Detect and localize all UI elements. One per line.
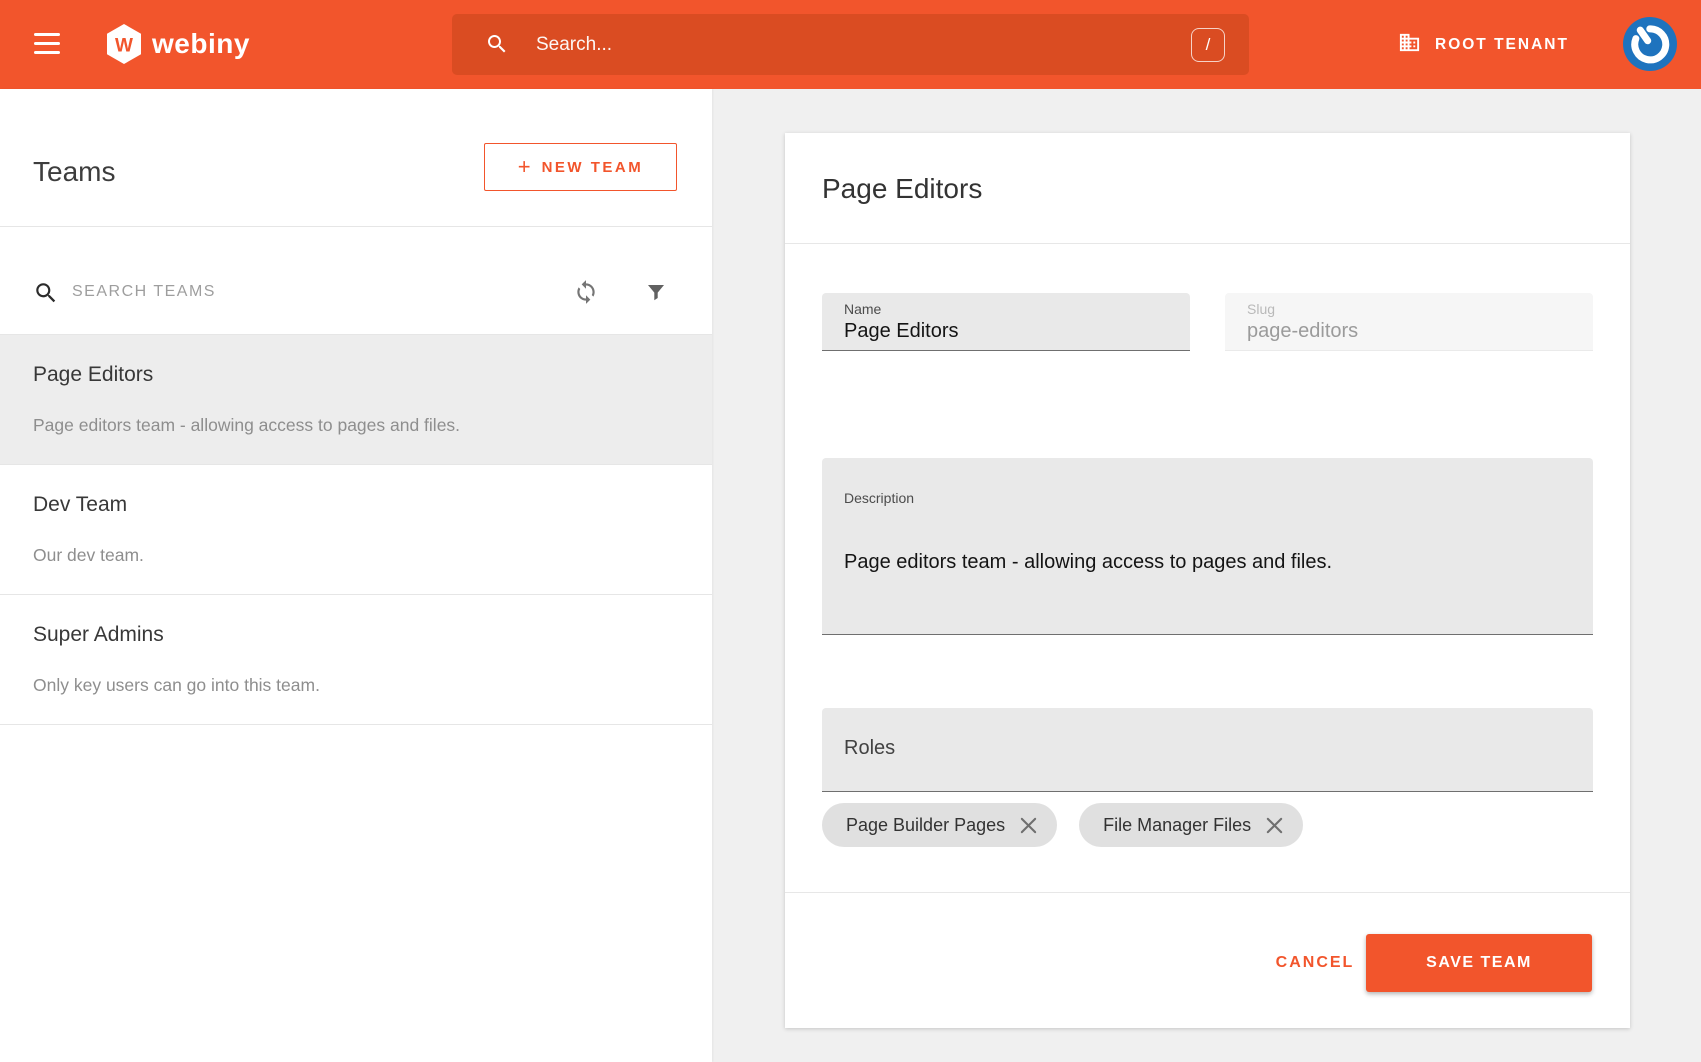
plus-icon: + <box>518 156 531 178</box>
description-field[interactable]: Description Page editors team - allowing… <box>822 458 1593 635</box>
filter-icon <box>644 280 668 304</box>
slash-shortcut-badge: / <box>1191 28 1225 62</box>
webiny-logo-icon: W <box>105 23 143 70</box>
user-avatar[interactable] <box>1623 17 1677 71</box>
description-field-value: Page editors team - allowing access to p… <box>844 551 1332 574</box>
team-detail-title: Page Editors <box>822 173 982 205</box>
slug-field-label: Slug <box>1247 301 1275 317</box>
screen: W webiny / ROOT TENANT <box>0 0 1701 1062</box>
teams-panel-header: Teams + NEW TEAM <box>0 89 712 227</box>
team-name: Page Editors <box>33 363 153 387</box>
new-team-button[interactable]: + NEW TEAM <box>484 143 677 191</box>
team-list-item-super-admins[interactable]: Super Admins Only key users can go into … <box>0 595 712 725</box>
divider <box>785 243 1630 244</box>
team-description: Our dev team. <box>33 545 144 566</box>
brand-wordmark: webiny <box>152 28 250 60</box>
divider <box>785 892 1630 893</box>
name-field-label: Name <box>844 301 881 317</box>
team-name: Dev Team <box>33 493 127 517</box>
global-search-input[interactable] <box>536 14 1156 75</box>
tenant-selector[interactable]: ROOT TENANT <box>1398 28 1569 61</box>
team-list: Page Editors Page editors team - allowin… <box>0 335 712 725</box>
search-icon <box>485 32 509 61</box>
chip-file-manager-files: File Manager Files <box>1079 803 1303 847</box>
name-field-value: Page Editors <box>844 320 959 343</box>
slug-field-value: page-editors <box>1247 320 1358 343</box>
svg-text:W: W <box>115 36 133 57</box>
team-description: Page editors team - allowing access to p… <box>33 415 460 436</box>
page-title: Teams <box>33 156 115 188</box>
roles-select-field[interactable]: Roles <box>822 708 1593 792</box>
chip-label: File Manager Files <box>1103 815 1251 836</box>
save-team-button[interactable]: SAVE TEAM <box>1366 934 1592 992</box>
teams-search-bar <box>0 227 712 335</box>
teams-search-input[interactable] <box>72 267 512 317</box>
chip-page-builder-pages: Page Builder Pages <box>822 803 1057 847</box>
description-field-label: Description <box>844 490 914 506</box>
building-icon <box>1398 31 1421 59</box>
team-list-item-page-editors[interactable]: Page Editors Page editors team - allowin… <box>0 335 712 465</box>
global-search-bar[interactable]: / <box>452 14 1249 75</box>
chip-label: Page Builder Pages <box>846 815 1005 836</box>
app-header: W webiny / ROOT TENANT <box>0 0 1701 89</box>
refresh-icon <box>573 279 599 305</box>
teams-panel: Teams + NEW TEAM Page Editors Page edito… <box>0 89 712 1062</box>
name-field[interactable]: Name Page Editors <box>822 293 1190 351</box>
filter-button[interactable] <box>638 274 674 310</box>
search-icon <box>33 280 59 311</box>
menu-icon[interactable] <box>34 33 60 56</box>
roles-field-label: Roles <box>844 737 895 760</box>
refresh-button[interactable] <box>568 274 604 310</box>
slug-field: Slug page-editors <box>1225 293 1593 351</box>
roles-chips: Page Builder Pages File Manager Files <box>822 803 1303 847</box>
tenant-label: ROOT TENANT <box>1435 36 1569 54</box>
team-name: Super Admins <box>33 623 164 647</box>
cancel-button[interactable]: CANCEL <box>1255 934 1375 992</box>
team-detail-card: Page Editors Name Page Editors Slug page… <box>785 133 1630 1028</box>
new-team-label: NEW TEAM <box>542 159 644 176</box>
remove-icon[interactable] <box>1265 816 1284 835</box>
team-description: Only key users can go into this team. <box>33 675 320 696</box>
team-list-item-dev-team[interactable]: Dev Team Our dev team. <box>0 465 712 595</box>
remove-icon[interactable] <box>1019 816 1038 835</box>
